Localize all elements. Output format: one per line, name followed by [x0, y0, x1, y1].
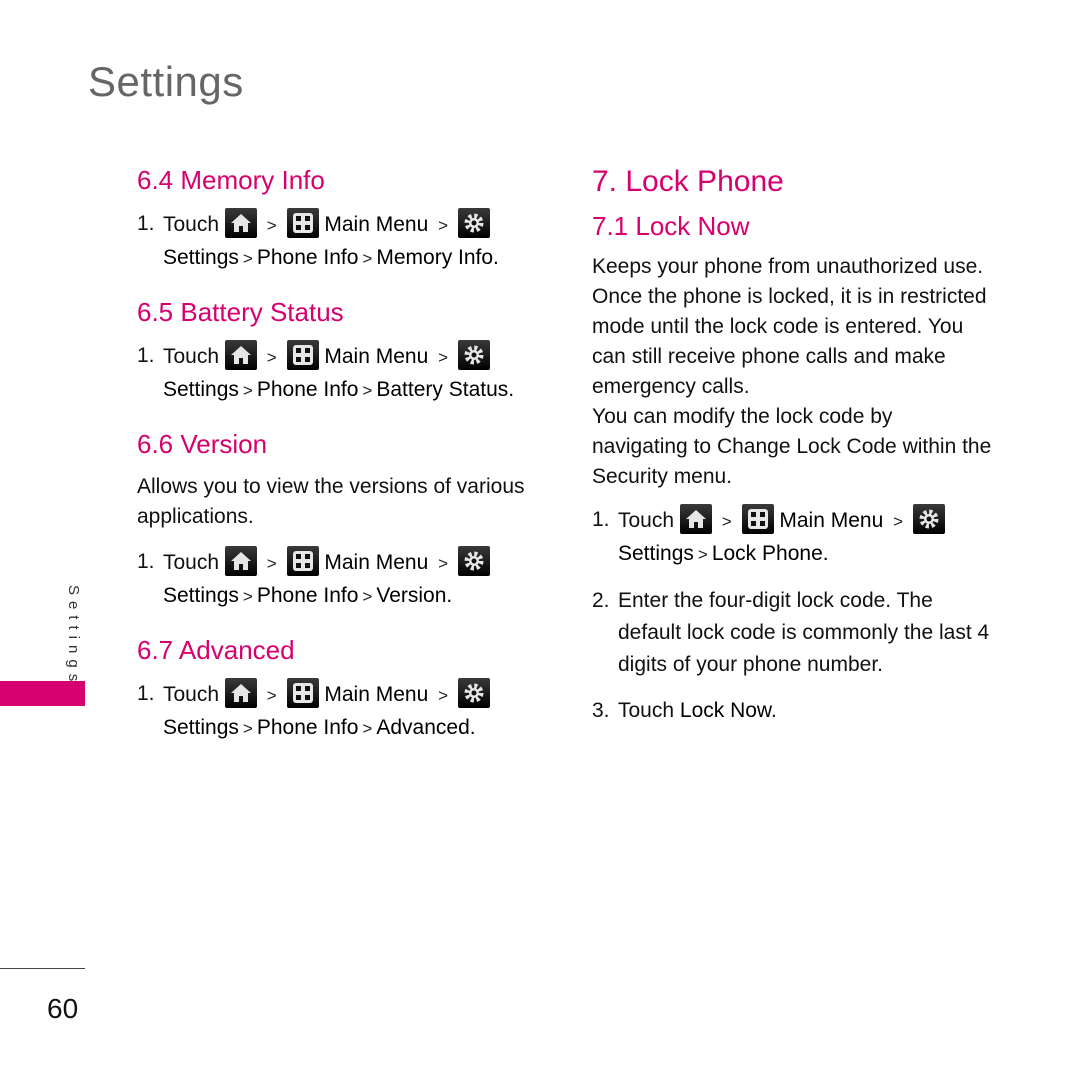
step-advanced: 1. Touch > Main Menu > Settings > Phone In… [137, 678, 557, 745]
target-label: Lock Phone. [711, 542, 829, 565]
section-heading-lock-now: 7.1 Lock Now [592, 211, 750, 241]
step-memory-info: 1. Touch > Main Menu > Settings > Phone In… [137, 208, 557, 275]
home-icon [224, 678, 257, 708]
lock-now-label: Lock Now [679, 699, 771, 722]
step-number: 3. [592, 699, 610, 722]
separator: > [266, 348, 277, 367]
main-menu-grid-icon [741, 504, 774, 534]
home-icon [679, 504, 712, 534]
touch-label: Touch [163, 345, 220, 368]
chapter-heading-lock-phone: 7. Lock Phone [592, 165, 784, 198]
version-description: Allows you to view the versions of vario… [137, 475, 525, 528]
step-number: 1. [137, 344, 155, 367]
phone-info-label: Phone Info [256, 584, 359, 607]
settings-label: Settings [618, 542, 694, 565]
main-menu-label: Main Menu [779, 509, 884, 532]
main-menu-grid-icon [286, 546, 319, 576]
separator: > [242, 381, 253, 400]
step-battery-status: 1. Touch > Main Menu > Settings > Phone In… [137, 340, 557, 407]
separator: > [242, 587, 253, 606]
separator: > [266, 686, 277, 705]
settings-label: Settings [163, 584, 239, 607]
step-number: 2. [592, 589, 610, 612]
page-number: 60 [47, 993, 79, 1024]
target-label: Version. [376, 584, 453, 607]
main-menu-label: Main Menu [324, 345, 429, 368]
separator: > [438, 216, 449, 235]
main-menu-label: Main Menu [324, 683, 429, 706]
change-lock-code-note: You can modify the lock code by navigati… [592, 402, 992, 492]
step-number: 1. [137, 212, 155, 235]
target-label: Battery Status. [376, 378, 515, 401]
settings-gear-icon [457, 546, 490, 576]
separator: > [438, 686, 449, 705]
separator: > [242, 249, 253, 268]
section-heading-battery-status: 6.5 Battery Status [137, 297, 344, 327]
phone-info-label: Phone Info [256, 378, 359, 401]
step-lock-phone-3: 3. Touch Lock Now. [592, 695, 1012, 727]
touch-label: Touch [163, 551, 220, 574]
main-menu-label: Main Menu [324, 551, 429, 574]
step-lock-phone-1: 1. Touch > Main Menu > Settings > Lock Pho… [592, 504, 1012, 571]
settings-label: Settings [163, 246, 239, 269]
separator: > [893, 512, 904, 531]
target-label: Advanced. [376, 716, 476, 739]
main-menu-grid-icon [286, 340, 319, 370]
touch-label: Touch [163, 213, 220, 236]
settings-gear-icon [457, 340, 490, 370]
separator: > [362, 249, 373, 268]
step-text: . [770, 699, 777, 722]
page-title: Settings [88, 58, 244, 105]
settings-gear-icon [457, 678, 490, 708]
settings-gear-icon [457, 208, 490, 238]
separator: > [362, 587, 373, 606]
separator: > [242, 719, 253, 738]
separator: > [362, 719, 373, 738]
side-tab-marker [0, 681, 85, 706]
separator: > [362, 381, 373, 400]
separator: > [438, 554, 449, 573]
separator: > [266, 554, 277, 573]
separator: > [721, 512, 732, 531]
step-number: 1. [137, 550, 155, 573]
step-lock-phone-2: 2. Enter the four-digit lock code. The d… [592, 585, 998, 681]
step-text: Enter the four-digit lock code. The defa… [618, 589, 990, 676]
phone-info-label: Phone Info [256, 716, 359, 739]
lock-now-description: Keeps your phone from unauthorized use. … [592, 255, 987, 398]
main-menu-grid-icon [286, 678, 319, 708]
section-heading-advanced: 6.7 Advanced [137, 635, 295, 665]
separator: > [697, 545, 708, 564]
home-icon [224, 208, 257, 238]
settings-label: Settings [163, 716, 239, 739]
target-label: Memory Info. [376, 246, 499, 269]
footer-rule [0, 968, 85, 969]
main-menu-grid-icon [286, 208, 319, 238]
home-icon [224, 340, 257, 370]
touch-label: Touch [163, 683, 220, 706]
step-version: 1. Touch > Main Menu > Settings > Phone In… [137, 546, 557, 613]
step-number: 1. [592, 508, 610, 531]
change-lock-code-label: Change Lock Code [716, 435, 897, 458]
left-column: 6.4 Memory Info 1. Touch > Main Menu > S… [137, 165, 557, 745]
step-number: 1. [137, 682, 155, 705]
main-menu-label: Main Menu [324, 213, 429, 236]
phone-info-label: Phone Info [256, 246, 359, 269]
right-column: 7. Lock Phone 7.1 Lock Now Keeps your ph… [592, 165, 1012, 727]
separator: > [438, 348, 449, 367]
settings-gear-icon [912, 504, 945, 534]
section-heading-version: 6.6 Version [137, 429, 268, 459]
separator: > [266, 216, 277, 235]
step-text: Touch [618, 699, 675, 722]
section-heading-memory-info: 6.4 Memory Info [137, 165, 325, 195]
touch-label: Touch [618, 509, 675, 532]
settings-label: Settings [163, 378, 239, 401]
home-icon [224, 546, 257, 576]
side-tab-label: Settings [65, 585, 82, 688]
